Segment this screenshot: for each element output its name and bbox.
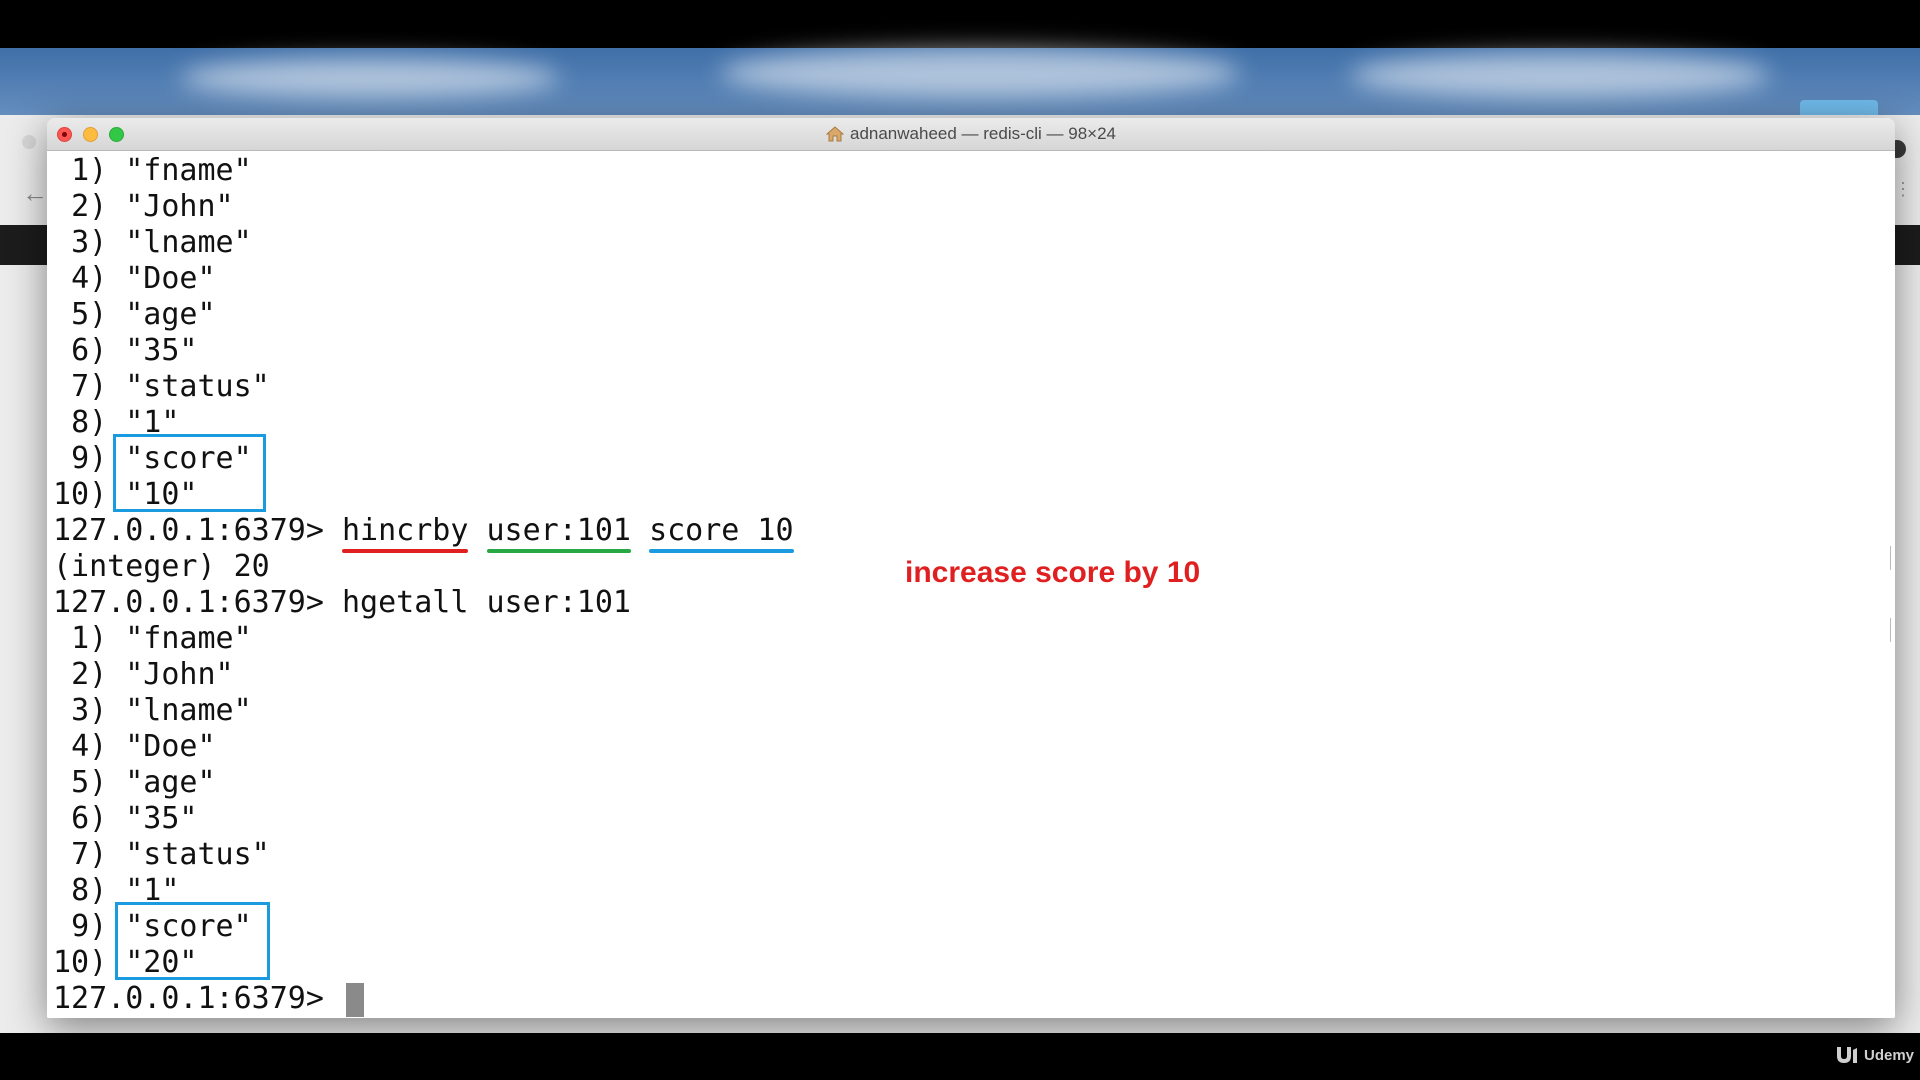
field-increment: score 10 — [649, 513, 794, 548]
output-text: 2) "John" — [71, 189, 234, 224]
background-window-button[interactable] — [22, 135, 36, 149]
output-line: 5) "age" — [53, 297, 216, 333]
output-text: 4) "Doe" — [71, 729, 216, 764]
output-text: 1) "fname" — [71, 153, 252, 188]
prompt-line[interactable]: 127.0.0.1:6379> — [53, 981, 364, 1017]
highlight-box-after — [115, 902, 270, 980]
output-line: 7) "status" — [53, 369, 270, 405]
command-underline — [342, 549, 469, 553]
output-text: 4) "Doe" — [71, 261, 216, 296]
annotation-label: increase score by 10 — [905, 556, 1201, 589]
gutter-mark — [1890, 618, 1894, 642]
output-line: 1) "fname" — [53, 621, 252, 657]
back-arrow-icon[interactable]: ← — [22, 178, 48, 209]
command-line: 127.0.0.1:6379> hgetall user:101 — [53, 585, 631, 621]
command-text: hgetall user:101 — [342, 585, 631, 620]
highlight-box-before — [113, 434, 266, 512]
output-line: 4) "Doe" — [53, 261, 216, 297]
output-line: 6) "35" — [53, 801, 198, 837]
prompt: 127.0.0.1:6379> — [53, 585, 324, 620]
output-text: 6) "35" — [71, 801, 198, 836]
window-title: adnanwaheed — redis-cli — 98×24 — [849, 124, 1117, 143]
command-token: hincrby — [342, 513, 469, 553]
output-line: 2) "John" — [53, 189, 234, 225]
key-name: user:101 — [486, 513, 632, 548]
terminal-window[interactable]: adnanwaheed — redis-cli — 98×24 1) "fnam… — [47, 118, 1895, 1018]
key-token: user:101 — [486, 513, 632, 553]
gutter-mark — [1890, 546, 1894, 570]
scroll-gutter[interactable] — [1890, 184, 1894, 1018]
result-text: (integer) 20 — [53, 549, 270, 584]
args-underline — [649, 549, 794, 553]
output-line: 5) "age" — [53, 765, 216, 801]
key-underline — [486, 549, 631, 553]
output-text: 2) "John" — [71, 657, 234, 692]
more-options-icon[interactable]: ⋮ — [1894, 180, 1912, 198]
output-text: 5) "age" — [71, 765, 216, 800]
udemy-watermark: Udemy — [1834, 1044, 1914, 1066]
output-line: 2) "John" — [53, 657, 234, 693]
udemy-brand-text: Udemy — [1864, 1046, 1915, 1064]
output-text: 5) "age" — [71, 297, 216, 332]
output-line: 7) "status" — [53, 837, 270, 873]
command-name: hincrby — [342, 513, 469, 548]
screen: ← ⋮ adnanwaheed — redis-cli — 98×24 1) "… — [0, 0, 1920, 1080]
command-line: 127.0.0.1:6379> hincrby user:101 score 1… — [53, 513, 794, 553]
result-line: (integer) 20 — [53, 549, 270, 585]
output-text: 7) "status" — [71, 369, 270, 404]
prompt: 127.0.0.1:6379> — [53, 513, 324, 548]
output-line: 3) "lname" — [53, 225, 252, 261]
output-line: 4) "Doe" — [53, 729, 216, 765]
output-text: 1) "fname" — [71, 621, 252, 656]
window-title-wrapper: adnanwaheed — redis-cli — 98×24 — [47, 118, 1895, 150]
output-text: 6) "35" — [71, 333, 198, 368]
output-line: 6) "35" — [53, 333, 198, 369]
output-line: 3) "lname" — [53, 693, 252, 729]
title-bar[interactable]: adnanwaheed — redis-cli — 98×24 — [47, 118, 1895, 151]
output-text: 3) "lname" — [71, 225, 252, 260]
prompt: 127.0.0.1:6379> — [53, 981, 324, 1016]
home-icon — [825, 126, 844, 142]
text-cursor — [346, 982, 364, 1017]
output-line: 1) "fname" — [53, 153, 252, 189]
terminal-output[interactable]: 1) "fname" 2) "John" 3) "lname" 4) "Doe"… — [47, 151, 1895, 1018]
udemy-logo-icon — [1834, 1044, 1860, 1066]
output-text: 7) "status" — [71, 837, 270, 872]
args-token: score 10 — [649, 513, 794, 553]
output-text: 3) "lname" — [71, 693, 252, 728]
